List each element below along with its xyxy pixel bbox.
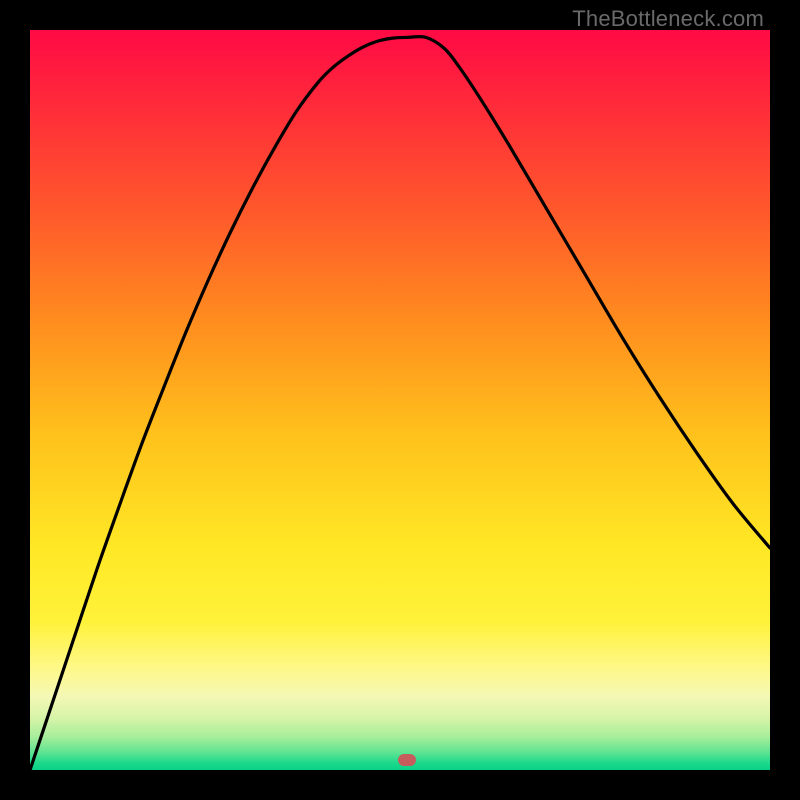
- watermark-text: TheBottleneck.com: [572, 6, 764, 32]
- chart-frame: TheBottleneck.com: [0, 0, 800, 800]
- bottleneck-curve: [30, 30, 770, 770]
- balance-point-marker: [398, 754, 416, 766]
- plot-area: [30, 30, 770, 770]
